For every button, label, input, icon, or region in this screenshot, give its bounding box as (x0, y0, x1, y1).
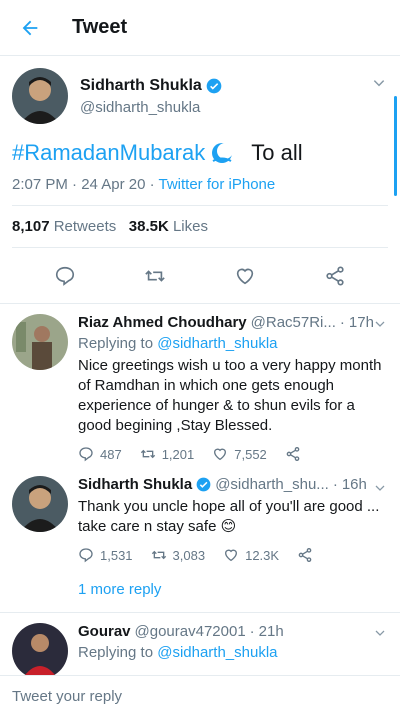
hashtag-link[interactable]: #RamadanMubarak (12, 140, 205, 166)
tweet-date: 24 Apr 20 (81, 176, 146, 193)
main-tweet: Sidharth Shukla @sidharth_shukla #Ramada… (0, 56, 400, 304)
composer-placeholder: Tweet your reply (12, 688, 123, 705)
author-name[interactable]: Sidharth Shukla (80, 77, 202, 95)
top-bar: Tweet (0, 0, 400, 56)
back-button[interactable] (0, 0, 60, 56)
retweet-icon (140, 449, 155, 459)
reply-icon (79, 447, 93, 462)
verified-badge-icon (196, 477, 211, 492)
reply-author-name[interactable]: Riaz Ahmed Choudhary (78, 314, 247, 331)
replying-to: Replying to @sidharth_shukla (78, 335, 278, 352)
like-icon (225, 549, 238, 562)
chevron-down-icon[interactable] (374, 318, 386, 330)
reply-time: 16h (341, 476, 367, 493)
tweet-source-link[interactable]: Twitter for iPhone (159, 176, 276, 193)
author-handle[interactable]: @sidharth_shukla (80, 99, 388, 116)
reply-count[interactable]: 1,531 (78, 547, 133, 563)
reply-icon[interactable] (54, 265, 76, 287)
reply-text: Nice greetings wish u too a very happy m… (78, 357, 382, 434)
likes-stat[interactable]: 38.5K Likes (129, 218, 208, 235)
reply-icon (79, 548, 93, 563)
chevron-down-icon[interactable] (374, 482, 386, 494)
avatar[interactable] (12, 314, 68, 370)
reply-author-handle[interactable]: @gourav472001 (135, 623, 246, 640)
more-replies-link[interactable]: 1 more reply (78, 573, 388, 612)
tweet-body: To all (251, 140, 303, 165)
reply-text: Thank you uncle hope all of you'll are g… (78, 498, 380, 535)
tweet-time: 2:07 PM (12, 176, 68, 193)
arrow-left-icon (22, 20, 38, 35)
like-icon (214, 448, 227, 461)
tweet-text: #RamadanMubarak To all (12, 140, 388, 166)
tweet-actions (0, 248, 400, 304)
ramadan-moon-icon (212, 143, 234, 163)
share-icon[interactable] (297, 547, 313, 563)
reply-time: 21h (258, 623, 284, 640)
page-title: Tweet (72, 16, 128, 38)
reply-actions: 487 1,201 7,552 (78, 446, 388, 462)
reply-author-handle[interactable]: @Rac57Ri... (251, 314, 336, 331)
retweet-count[interactable]: 3,083 (151, 547, 205, 563)
share-icon[interactable] (285, 446, 301, 462)
reply-actions: 1,531 3,083 12.3K (78, 547, 388, 563)
avatar[interactable] (12, 68, 68, 124)
reply-item[interactable]: Riaz Ahmed Choudhary @Rac57Ri... · 17h R… (0, 304, 400, 472)
tweet-meta: 2:07 PM · 24 Apr 20 · Twitter for iPhone (12, 176, 388, 206)
like-icon[interactable] (234, 265, 256, 287)
reply-author-name[interactable]: Sidharth Shukla (78, 476, 192, 493)
reply-author-name[interactable]: Gourav (78, 623, 131, 640)
chevron-down-icon[interactable] (372, 76, 386, 90)
reply-time: 17h (348, 314, 374, 331)
retweets-stat[interactable]: 8,107 Retweets (12, 218, 116, 235)
share-icon[interactable] (324, 265, 346, 287)
reply-item[interactable]: Gourav @gourav472001 · 21h Replying to @… (0, 613, 400, 679)
reply-author-handle[interactable]: @sidharth_shu... (215, 476, 329, 493)
replying-to-link[interactable]: @sidharth_shukla (157, 644, 277, 661)
like-count[interactable]: 7,552 (212, 446, 267, 462)
verified-badge-icon (206, 78, 222, 93)
replying-to: Replying to @sidharth_shukla (78, 644, 278, 661)
avatar[interactable] (12, 623, 68, 679)
reply-composer-input[interactable]: Tweet your reply (0, 675, 400, 721)
replying-to-link[interactable]: @sidharth_shukla (157, 335, 277, 352)
like-count[interactable]: 12.3K (223, 547, 279, 563)
reply-count[interactable]: 487 (78, 446, 122, 462)
tweet-stats: 8,107 Retweets 38.5K Likes (12, 206, 388, 248)
retweet-icon (151, 550, 166, 560)
retweet-count[interactable]: 1,201 (140, 446, 194, 462)
avatar[interactable] (12, 476, 68, 532)
chevron-down-icon[interactable] (374, 627, 386, 639)
retweet-icon[interactable] (144, 265, 166, 287)
reply-item[interactable]: Sidharth Shukla @sidharth_shu... · 16h T… (0, 472, 400, 613)
